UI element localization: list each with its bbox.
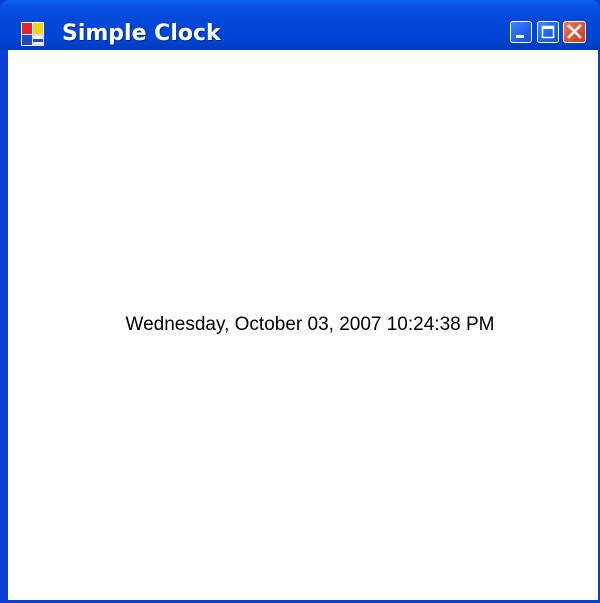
maximize-icon bbox=[541, 25, 555, 39]
client-area: Wednesday, October 03, 2007 10:24:38 PM bbox=[8, 50, 598, 600]
title-bar[interactable]: Simple Clock bbox=[0, 0, 600, 50]
app-window: Simple Clock Wednesday, October 03, 2007… bbox=[0, 0, 600, 603]
minimize-icon bbox=[516, 35, 524, 38]
window-title: Simple Clock bbox=[62, 21, 221, 46]
close-button[interactable] bbox=[563, 21, 586, 43]
clock-datetime-label: Wednesday, October 03, 2007 10:24:38 PM bbox=[125, 314, 495, 335]
minimize-button[interactable] bbox=[510, 21, 532, 43]
maximize-button[interactable] bbox=[537, 21, 559, 43]
app-window-icon[interactable] bbox=[21, 22, 44, 46]
close-icon bbox=[567, 24, 582, 39]
